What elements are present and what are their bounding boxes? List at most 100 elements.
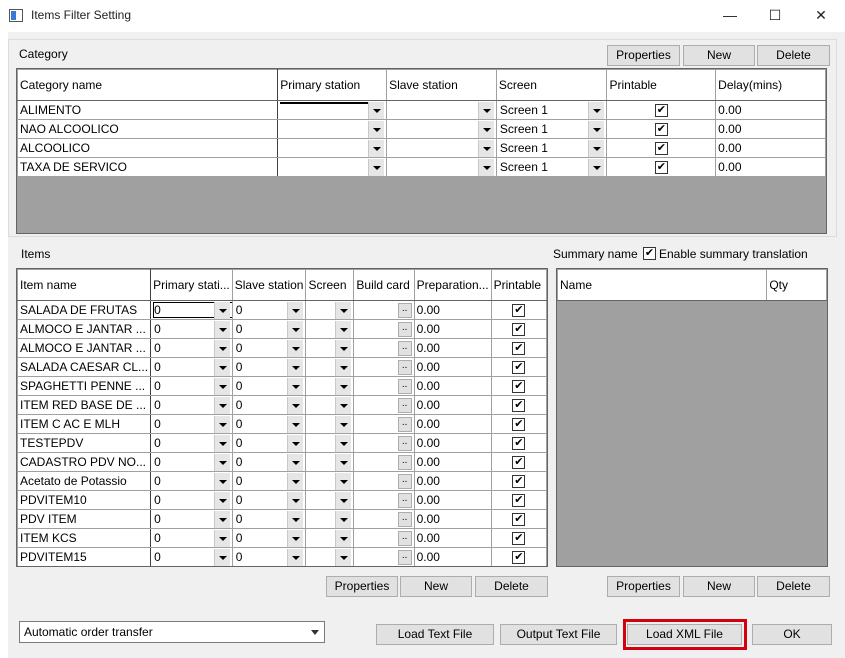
- preparation-cell[interactable]: 0.00: [413, 490, 492, 510]
- item-printable-checkbox[interactable]: ✔: [512, 513, 526, 526]
- preparation-cell[interactable]: 0.00: [413, 376, 492, 396]
- item-printable-checkbox[interactable]: ✔: [512, 323, 526, 336]
- chevron-down-icon[interactable]: [287, 491, 304, 509]
- items-delete-button[interactable]: Delete: [475, 576, 548, 597]
- chevron-down-icon[interactable]: [287, 377, 304, 395]
- preparation-cell[interactable]: 0.00: [413, 395, 492, 415]
- chevron-down-icon[interactable]: [287, 529, 304, 547]
- build-card-button[interactable]: ..: [397, 531, 412, 546]
- chevron-down-icon[interactable]: [588, 139, 605, 157]
- minimize-icon[interactable]: —: [707, 0, 753, 31]
- items-row[interactable]: CADASTRO PDV NO... 0 0.. 0.00 ✔: [17, 452, 547, 472]
- item-slave-combo[interactable]: 0: [235, 548, 304, 566]
- preparation-cell[interactable]: 0.00: [413, 528, 492, 548]
- chevron-down-icon[interactable]: [477, 158, 494, 176]
- preparation-cell[interactable]: 0.00: [413, 547, 492, 566]
- item-slave-combo[interactable]: 0: [235, 339, 304, 357]
- chevron-down-icon[interactable]: [213, 377, 230, 395]
- build-card-button[interactable]: ..: [397, 322, 412, 337]
- chevron-down-icon[interactable]: [588, 158, 605, 176]
- items-row[interactable]: ALMOCO E JANTAR ... 0 0.. 0.00 ✔: [17, 319, 547, 339]
- screen-combo[interactable]: Screen 1: [499, 139, 605, 157]
- items-row[interactable]: ITEM RED BASE DE ... 0 0.. 0.00 ✔: [17, 395, 547, 415]
- item-slave-combo[interactable]: 0: [235, 472, 304, 490]
- category-properties-button[interactable]: Properties: [607, 45, 680, 66]
- item-printable-checkbox[interactable]: ✔: [512, 437, 526, 450]
- printable-checkbox[interactable]: ✔: [654, 161, 668, 174]
- chevron-down-icon[interactable]: [477, 120, 494, 138]
- item-slave-combo[interactable]: 0: [235, 358, 304, 376]
- summary-new-button[interactable]: New: [683, 576, 755, 597]
- chevron-down-icon[interactable]: [335, 396, 352, 414]
- item-printable-checkbox[interactable]: ✔: [512, 304, 526, 317]
- chevron-down-icon[interactable]: [335, 472, 352, 490]
- primary-station-combo[interactable]: [280, 120, 385, 138]
- item-screen-combo[interactable]: [308, 396, 352, 414]
- build-card-button[interactable]: ..: [397, 360, 412, 375]
- chevron-down-icon[interactable]: [213, 510, 230, 528]
- item-screen-combo[interactable]: [308, 453, 352, 471]
- chevron-down-icon[interactable]: [287, 339, 304, 357]
- item-printable-checkbox[interactable]: ✔: [512, 418, 526, 431]
- item-name-cell[interactable]: CADASTRO PDV NO...: [17, 452, 152, 472]
- slave-station-combo[interactable]: [389, 101, 494, 119]
- build-card-button[interactable]: ..: [397, 455, 412, 470]
- item-primary-combo[interactable]: 0: [153, 396, 230, 414]
- items-col-header[interactable]: Preparation...: [413, 269, 492, 301]
- items-row[interactable]: ITEM C AC E MLH 0 0.. 0.00 ✔: [17, 414, 547, 434]
- delay-cell[interactable]: 0.00: [715, 119, 826, 139]
- chevron-down-icon[interactable]: [213, 434, 230, 452]
- category-row[interactable]: ALIMENTO Screen 1 ✔ 0.00: [17, 100, 826, 120]
- chevron-down-icon[interactable]: [588, 101, 605, 119]
- preparation-cell[interactable]: 0.00: [413, 338, 492, 358]
- chevron-down-icon[interactable]: [287, 396, 304, 414]
- item-slave-combo[interactable]: 0: [235, 396, 304, 414]
- chevron-down-icon[interactable]: [335, 529, 352, 547]
- build-card-button[interactable]: ..: [397, 417, 412, 432]
- category-name-cell[interactable]: ALCOOLICO: [17, 138, 279, 158]
- chevron-down-icon[interactable]: [287, 301, 304, 319]
- item-slave-combo[interactable]: 0: [235, 301, 304, 319]
- chevron-down-icon[interactable]: [588, 120, 605, 138]
- chevron-down-icon[interactable]: [213, 415, 230, 433]
- load-xml-file-button[interactable]: Load XML File: [627, 624, 742, 645]
- chevron-down-icon[interactable]: [213, 453, 230, 471]
- chevron-down-icon[interactable]: [368, 158, 385, 176]
- category-col-header[interactable]: Primary station: [277, 69, 388, 101]
- chevron-down-icon[interactable]: [368, 101, 385, 119]
- item-primary-combo[interactable]: 0: [153, 472, 230, 490]
- chevron-down-icon[interactable]: [287, 453, 304, 471]
- summary-col-qty[interactable]: Qty: [766, 269, 827, 301]
- chevron-down-icon[interactable]: [213, 548, 230, 566]
- item-slave-combo[interactable]: 0: [235, 453, 304, 471]
- primary-station-combo[interactable]: [280, 158, 385, 176]
- slave-station-combo[interactable]: [389, 139, 494, 157]
- summary-delete-button[interactable]: Delete: [757, 576, 830, 597]
- items-col-header[interactable]: Build card: [353, 269, 415, 301]
- maximize-icon[interactable]: ☐: [752, 0, 798, 31]
- items-new-button[interactable]: New: [400, 576, 472, 597]
- item-printable-checkbox[interactable]: ✔: [512, 399, 526, 412]
- item-slave-combo[interactable]: 0: [235, 377, 304, 395]
- chevron-down-icon[interactable]: [335, 377, 352, 395]
- items-col-header[interactable]: Item name: [17, 269, 152, 301]
- category-col-header[interactable]: Slave station: [386, 69, 497, 101]
- item-printable-checkbox[interactable]: ✔: [512, 380, 526, 393]
- category-row[interactable]: TAXA DE SERVICO Screen 1 ✔ 0.00: [17, 157, 826, 177]
- item-primary-combo[interactable]: 0: [153, 548, 230, 566]
- chevron-down-icon[interactable]: [287, 358, 304, 376]
- summary-properties-button[interactable]: Properties: [607, 576, 680, 597]
- category-name-cell[interactable]: TAXA DE SERVICO: [17, 157, 279, 177]
- chevron-down-icon[interactable]: [213, 320, 230, 338]
- item-slave-combo[interactable]: 0: [235, 415, 304, 433]
- items-row[interactable]: ALMOCO E JANTAR ... 0 0.. 0.00 ✔: [17, 338, 547, 358]
- chevron-down-icon[interactable]: [287, 510, 304, 528]
- item-screen-combo[interactable]: [308, 415, 352, 433]
- items-row[interactable]: PDVITEM10 0 0.. 0.00 ✔: [17, 490, 547, 510]
- category-delete-button[interactable]: Delete: [757, 45, 830, 66]
- item-name-cell[interactable]: ITEM RED BASE DE ...: [17, 395, 152, 415]
- item-name-cell[interactable]: ITEM KCS: [17, 528, 152, 548]
- category-name-cell[interactable]: NAO ALCOOLICO: [17, 119, 279, 139]
- preparation-cell[interactable]: 0.00: [413, 452, 492, 472]
- category-col-header[interactable]: Printable: [606, 69, 717, 101]
